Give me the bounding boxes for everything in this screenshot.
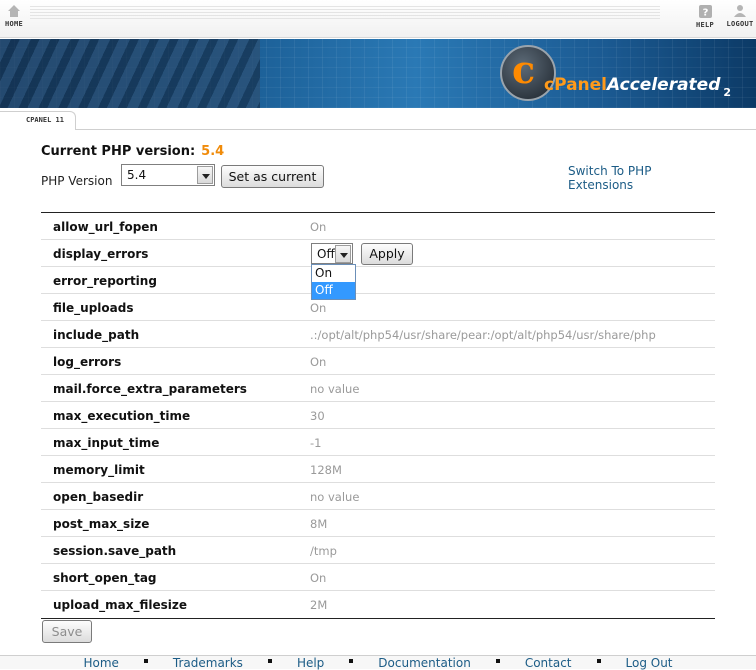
table-row: session.save_path/tmp	[41, 537, 715, 564]
option-value[interactable]: no value	[310, 382, 359, 396]
option-value[interactable]: On	[310, 301, 326, 315]
footer-link-contact[interactable]: Contact	[525, 656, 572, 670]
dropdown-option-on[interactable]: On	[312, 265, 355, 282]
option-name: max_execution_time	[53, 409, 191, 423]
footer-link-home[interactable]: Home	[83, 656, 118, 670]
header-banner: c cPanelAccelerated 2	[0, 39, 756, 108]
table-row: open_basedir no value	[41, 483, 715, 510]
home-icon	[8, 5, 20, 17]
help-icon: ?	[698, 5, 712, 19]
option-name: memory_limit	[53, 463, 145, 477]
option-name: post_max_size	[53, 517, 150, 531]
table-row: max_input_time -1	[41, 429, 715, 456]
logo-accelerated: Accelerated	[607, 75, 721, 95]
table-row: memory_limit 128M	[41, 456, 715, 483]
option-name: log_errors	[53, 355, 122, 369]
php-version-select-value: 5.4	[127, 168, 147, 182]
logout-user-icon	[734, 5, 746, 17]
option-value[interactable]: /tmp	[310, 544, 337, 558]
option-value[interactable]: 2M	[310, 598, 327, 612]
table-row: log_errors On	[41, 348, 715, 375]
table-row: include_path .:/opt/alt/php54/usr/share/p…	[41, 321, 715, 348]
help-label: HELP	[695, 21, 715, 29]
table-row: error_reporting	[41, 267, 715, 294]
option-value[interactable]: On	[310, 220, 326, 234]
option-value[interactable]: no value	[310, 490, 359, 504]
svg-text:?: ?	[702, 8, 708, 19]
option-name: upload_max_filesize	[53, 598, 188, 612]
footer-separator	[349, 659, 354, 663]
php-version-select[interactable]: 5.4	[121, 164, 215, 186]
top-nav-bar: HOME ? HELP LOGOUT	[0, 0, 756, 38]
table-row: post_max_size 8M	[41, 510, 715, 537]
logout-nav-item[interactable]: LOGOUT	[720, 4, 756, 28]
option-name: open_basedir	[53, 490, 144, 504]
display-errors-dropdown-list: On Off	[311, 264, 356, 300]
chevron-down-icon[interactable]	[335, 245, 351, 263]
current-version-label: Current PHP version:	[41, 144, 196, 159]
help-nav-item[interactable]: ? HELP	[685, 4, 725, 29]
cpanel-logo-mark: c	[512, 47, 536, 92]
current-version-value: 5.4	[201, 144, 225, 159]
apply-button[interactable]: Apply	[361, 243, 413, 265]
option-name: file_uploads	[53, 301, 134, 315]
option-value[interactable]: On	[310, 571, 326, 585]
option-name: max_input_time	[53, 436, 160, 450]
option-value[interactable]: -1	[310, 436, 321, 450]
footer-link-help[interactable]: Help	[297, 656, 324, 670]
table-row: file_uploads On	[41, 294, 715, 321]
current-php-version: Current PHP version: 5.4	[41, 144, 224, 159]
footer-nav: Home Trademarks Help Documentation Contact Lo…	[0, 655, 756, 670]
option-name: error_reporting	[53, 274, 157, 288]
save-button[interactable]: Save	[42, 620, 92, 643]
table-row: upload_max_filesize 2M	[41, 591, 715, 618]
section-tab-bar: CPANEL 11	[0, 108, 756, 130]
option-name: session.save_path	[53, 544, 177, 558]
option-name: mail.force_extra_parameters	[53, 382, 247, 396]
banner-cables-decoration	[0, 39, 260, 108]
option-value[interactable]: 8M	[310, 517, 327, 531]
dropdown-option-off[interactable]: Off	[312, 282, 355, 299]
logout-label: LOGOUT	[726, 20, 754, 28]
option-value[interactable]: On	[310, 355, 326, 369]
option-name: allow_url_fopen	[53, 220, 158, 234]
option-value[interactable]: .:/opt/alt/php54/usr/share/pear:/opt/alt…	[310, 328, 656, 342]
footer-separator	[143, 659, 148, 663]
table-row: max_execution_time 30	[41, 402, 715, 429]
table-row: mail.force_extra_parameters no value	[41, 375, 715, 402]
footer-link-logout[interactable]: Log Out	[626, 656, 673, 670]
footer-separator	[267, 659, 272, 663]
set-as-current-button[interactable]: Set as current	[221, 165, 324, 188]
table-row: allow_url_fopen On	[41, 213, 715, 240]
php-version-label: PHP Version	[41, 174, 113, 188]
option-name: display_errors	[53, 247, 149, 261]
footer-separator	[596, 659, 601, 663]
home-label: HOME	[4, 20, 24, 28]
home-nav-item[interactable]: HOME	[0, 4, 34, 28]
footer-link-trademarks[interactable]: Trademarks	[173, 656, 243, 670]
table-row: short_open_tag On	[41, 564, 715, 591]
logo-version: 2	[723, 86, 732, 99]
section-tab: CPANEL 11	[0, 111, 76, 130]
switch-to-php-extensions-link[interactable]: Switch To PHP Extensions	[568, 164, 715, 192]
top-bar-decoration	[30, 6, 660, 20]
display-errors-select-value: Off	[317, 247, 335, 261]
cpanel-logo-text: cPanelAccelerated 2	[544, 75, 731, 99]
logo-name: cPanel	[544, 75, 608, 95]
chevron-down-icon[interactable]	[197, 166, 213, 184]
option-value[interactable]: 30	[310, 409, 325, 423]
footer-link-documentation[interactable]: Documentation	[378, 656, 471, 670]
footer-separator	[495, 659, 500, 663]
option-value[interactable]: 128M	[310, 463, 342, 477]
option-name: include_path	[53, 328, 140, 342]
display-errors-select[interactable]: Off	[311, 243, 353, 264]
php-options-table: allow_url_fopen On display_errors Off App…	[41, 212, 715, 619]
table-row: display_errors Off Apply	[41, 240, 715, 267]
option-name: short_open_tag	[53, 571, 157, 585]
